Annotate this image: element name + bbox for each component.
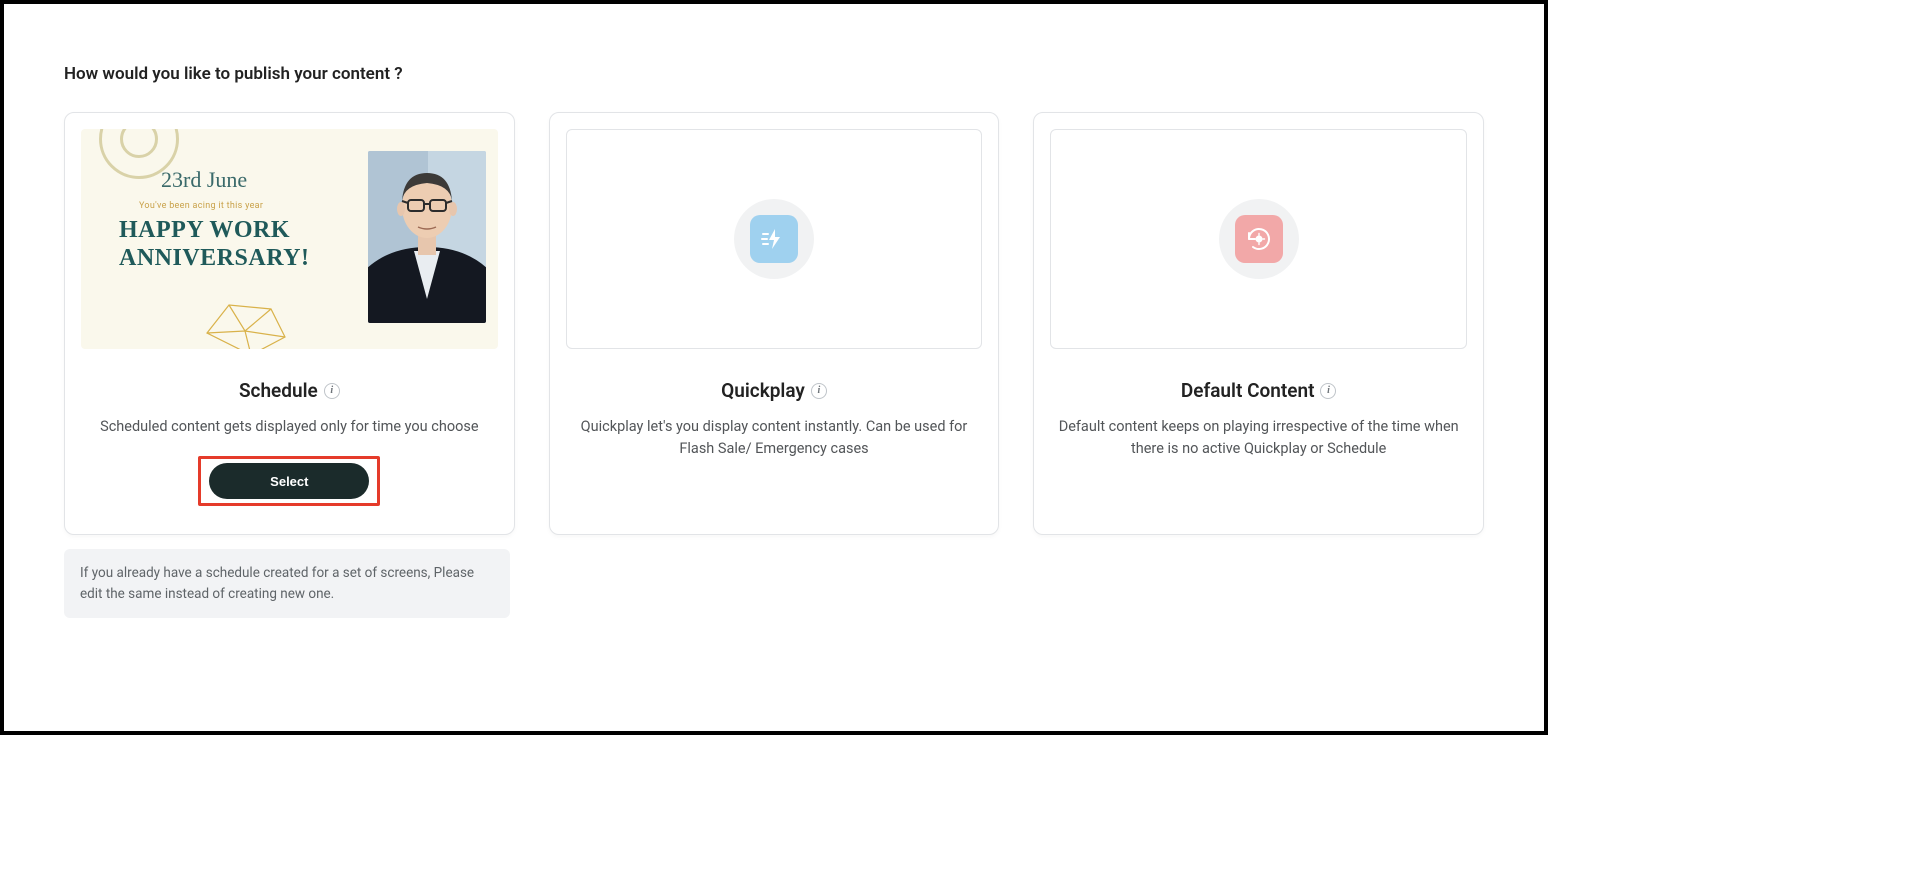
default-content-card[interactable]: Default Content i Default content keeps … <box>1033 112 1484 535</box>
select-highlight: Select <box>198 456 380 506</box>
default-title-row: Default Content i <box>1181 379 1337 402</box>
quickplay-icon-circle <box>734 199 814 279</box>
default-preview <box>1050 129 1467 349</box>
quickplay-preview <box>566 129 983 349</box>
info-icon[interactable]: i <box>324 383 340 399</box>
schedule-desc: Scheduled content gets displayed only fo… <box>92 416 486 438</box>
schedule-preview: 23rd June You've been acing it this year… <box>81 129 498 349</box>
schedule-title-row: Schedule i <box>239 379 340 402</box>
gem-decoration <box>201 299 291 349</box>
quickplay-title: Quickplay <box>721 379 805 402</box>
schedule-title: Schedule <box>239 379 318 402</box>
quickplay-icon <box>750 215 798 263</box>
info-icon[interactable]: i <box>1320 383 1336 399</box>
default-desc: Default content keeps on playing irrespe… <box>1050 416 1467 461</box>
quickplay-desc: Quickplay let's you display content inst… <box>566 416 983 461</box>
art-line1: HAPPY WORK <box>119 217 290 243</box>
info-icon[interactable]: i <box>811 383 827 399</box>
default-icon <box>1235 215 1283 263</box>
options-row: 23rd June You've been acing it this year… <box>64 112 1484 535</box>
page-heading: How would you like to publish your conte… <box>64 64 1484 84</box>
schedule-art: 23rd June You've been acing it this year… <box>81 129 498 349</box>
quickplay-card[interactable]: Quickplay i Quickplay let's you display … <box>549 112 1000 535</box>
art-subtitle: You've been acing it this year <box>139 201 263 211</box>
select-button[interactable]: Select <box>209 463 369 499</box>
default-icon-circle <box>1219 199 1299 279</box>
art-headline: HAPPY WORK ANNIVERSARY! <box>119 217 310 272</box>
quickplay-title-row: Quickplay i <box>721 379 827 402</box>
art-line2: ANNIVERSARY! <box>119 245 310 271</box>
person-photo <box>368 151 486 323</box>
schedule-note: If you already have a schedule created f… <box>64 549 510 618</box>
default-title: Default Content <box>1181 379 1315 402</box>
art-date: 23rd June <box>161 167 247 193</box>
schedule-card[interactable]: 23rd June You've been acing it this year… <box>64 112 515 535</box>
